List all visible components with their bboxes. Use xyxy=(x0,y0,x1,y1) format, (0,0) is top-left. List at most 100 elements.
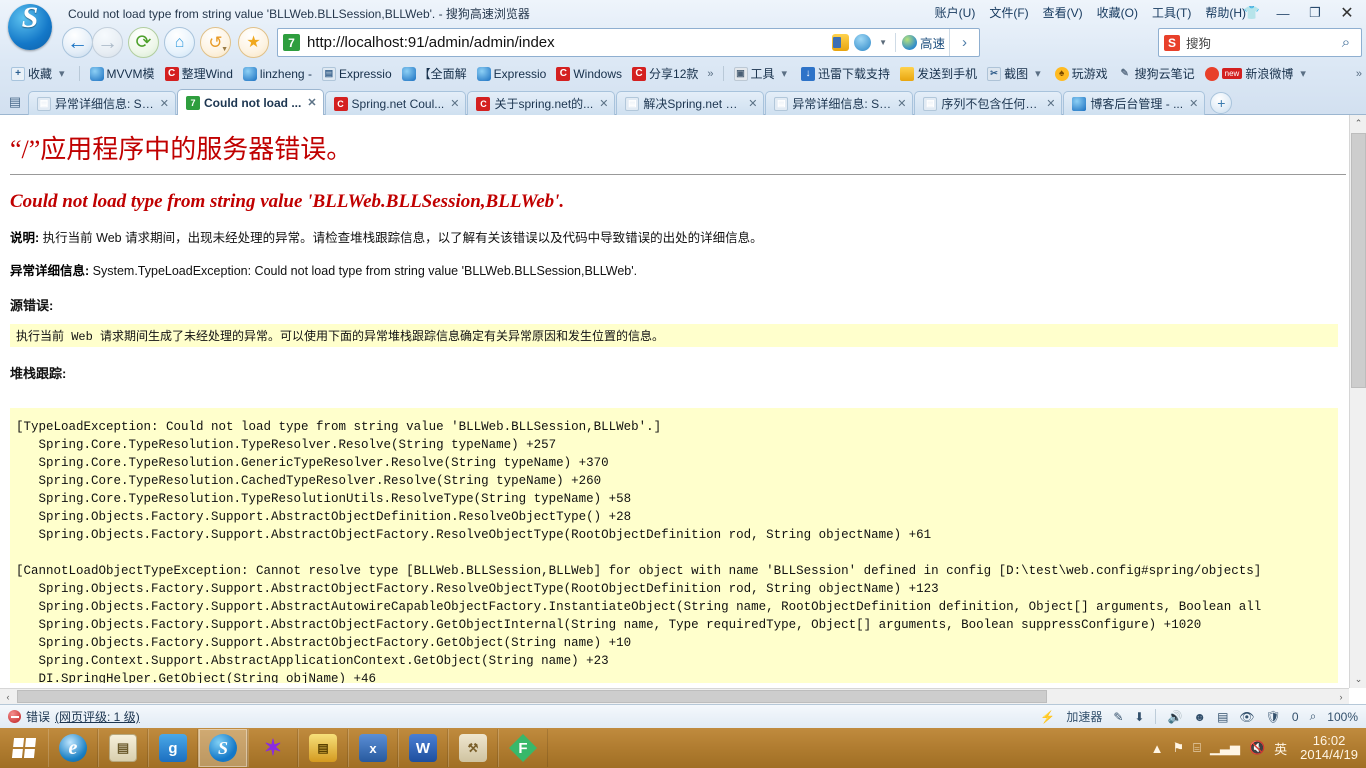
bookmark-item[interactable]: + 收藏 ▾ xyxy=(6,63,74,84)
bookmark-item[interactable]: ♠ 玩游戏 xyxy=(1050,63,1113,84)
chevron-down-icon[interactable]: ▾ xyxy=(55,67,69,80)
bookmark-item[interactable]: new 新浪微博 ▾ xyxy=(1200,63,1315,84)
taskbar-item-file-manager[interactable]: ▤ xyxy=(98,729,148,767)
menu-file[interactable]: 文件(F) xyxy=(989,4,1028,21)
tab-close-icon[interactable]: ✕ xyxy=(450,97,459,110)
zoom-icon[interactable]: ⌕ xyxy=(1310,709,1317,724)
taskbar-item-dev-tool[interactable]: ⚒ xyxy=(448,729,498,767)
shield-icon[interactable] xyxy=(854,34,872,51)
accelerator-label[interactable]: 加速器 xyxy=(1066,708,1102,725)
taskbar-item-zip-archiver[interactable]: ▤ xyxy=(298,729,348,767)
menu-favorites[interactable]: 收藏(O) xyxy=(1097,4,1138,21)
download-icon[interactable]: ⬇ xyxy=(1134,710,1144,724)
bookmark-item[interactable]: ✂ 截图 ▾ xyxy=(982,63,1050,84)
tab-item[interactable]: C Spring.net Coul... ✕ xyxy=(324,91,467,115)
tab-close-icon[interactable]: ✕ xyxy=(160,97,169,110)
zoom-level[interactable]: 100% xyxy=(1327,710,1358,724)
maximize-button[interactable]: ❐ xyxy=(1300,2,1330,24)
bookmarks-overflow-icon[interactable]: » xyxy=(703,68,717,80)
minimize-button[interactable]: — xyxy=(1268,2,1298,24)
close-button[interactable]: ✕ xyxy=(1332,2,1362,24)
menu-account[interactable]: 账户(U) xyxy=(935,4,976,21)
taskbar-item-visual-studio[interactable]: ✶ xyxy=(248,729,298,767)
chevron-down-icon[interactable]: ▾ xyxy=(778,67,792,80)
eye-icon[interactable]: 👁 xyxy=(1239,710,1254,724)
menu-help[interactable]: 帮助(H) xyxy=(1205,4,1246,21)
back-icon[interactable]: ← xyxy=(62,27,93,58)
horizontal-scrollbar[interactable]: ‹ › xyxy=(0,688,1349,704)
go-button[interactable]: › xyxy=(949,29,979,56)
bookmark-item[interactable]: linzheng - xyxy=(238,65,317,83)
tab-item[interactable]: ▤ 序列不包含任何元... ✕ xyxy=(914,91,1063,115)
tab-close-icon[interactable]: ✕ xyxy=(748,97,757,110)
bookmark-item[interactable]: ✎ 搜狗云笔记 xyxy=(1113,63,1200,84)
bookmark-item[interactable]: MVVM模 xyxy=(85,63,160,84)
home-icon[interactable]: ⌂ xyxy=(164,27,195,58)
scroll-right-icon[interactable]: › xyxy=(1333,689,1349,704)
horizontal-scrollbar-thumb[interactable] xyxy=(17,690,1047,703)
send-to-phone-icon[interactable] xyxy=(832,34,850,51)
action-center-flag-icon[interactable]: ⚑ xyxy=(1172,740,1184,756)
address-bar[interactable]: 7 http://localhost:91/admin/admin/index … xyxy=(277,28,980,57)
tab-close-icon[interactable]: ✕ xyxy=(307,96,316,109)
taskbar-item-sogou-browser[interactable]: S xyxy=(198,729,248,767)
volume-icon[interactable]: 🔊 xyxy=(1167,710,1182,724)
shield-icon[interactable]: 🛡 xyxy=(1266,710,1281,724)
tab-item[interactable]: ▤ 异常详细信息: Sy... ✕ xyxy=(765,91,914,115)
tab-item[interactable]: C 关于spring.net的... ✕ xyxy=(467,91,616,115)
scroll-down-icon[interactable]: ⌄ xyxy=(1350,671,1366,688)
search-box[interactable]: S 搜狗 ⌕ xyxy=(1158,28,1362,57)
bookmark-item[interactable]: 发送到手机 xyxy=(895,63,982,84)
bookmark-item[interactable]: C Windows xyxy=(551,65,627,83)
network-signal-icon[interactable]: ▁▃▅ xyxy=(1210,740,1240,756)
tab-close-icon[interactable]: ✕ xyxy=(1046,97,1055,110)
new-tab-button[interactable]: + xyxy=(1210,92,1233,114)
taskbar-item-word[interactable]: W xyxy=(398,729,448,767)
bookmark-item[interactable]: ↓ 迅雷下载支持 xyxy=(796,63,895,84)
vertical-scrollbar[interactable]: ⌃ ⌄ xyxy=(1349,115,1366,688)
scroll-left-icon[interactable]: ‹ xyxy=(0,689,16,704)
taskbar-item-foxmail[interactable]: F xyxy=(498,729,548,767)
clock[interactable]: 16:02 2014/4/19 xyxy=(1296,734,1358,762)
bookmark-item[interactable]: ▤ Expressio xyxy=(317,65,397,83)
volume-muted-icon[interactable]: 🔇 xyxy=(1249,740,1265,756)
scroll-up-icon[interactable]: ⌃ xyxy=(1350,115,1366,132)
tab-close-icon[interactable]: ✕ xyxy=(599,97,608,110)
bookmarks-overflow-icon-right[interactable]: » xyxy=(1352,68,1366,80)
tab-close-icon[interactable]: ✕ xyxy=(1189,97,1198,110)
bookmark-item[interactable]: C 整理Wind xyxy=(160,63,238,84)
skin-tshirt-icon[interactable]: 👕 xyxy=(1244,5,1260,21)
speed-mode-button[interactable]: 高速 xyxy=(894,33,945,52)
tab-close-icon[interactable]: ✕ xyxy=(897,97,906,110)
menu-tools[interactable]: 工具(T) xyxy=(1152,4,1191,21)
vertical-scrollbar-thumb[interactable] xyxy=(1351,133,1366,388)
layout-icon[interactable]: ▤ xyxy=(1217,710,1228,724)
tab-item[interactable]: ▤ 异常详细信息: Sy... ✕ xyxy=(28,91,176,115)
tray-expand-icon[interactable]: ▲ xyxy=(1151,741,1164,756)
favorite-star-icon[interactable]: ★ xyxy=(238,27,269,58)
reload-icon[interactable]: ⟳ xyxy=(128,27,159,58)
bookmark-item[interactable]: Expressio xyxy=(472,65,552,83)
search-input[interactable]: 搜狗 xyxy=(1186,33,1331,52)
accelerator-icon[interactable]: ⚡ xyxy=(1040,710,1055,724)
chevron-down-icon[interactable]: ▼ xyxy=(876,38,890,47)
start-button[interactable] xyxy=(0,728,48,768)
chevron-down-icon[interactable]: ▾ xyxy=(1296,67,1310,80)
ime-language-icon[interactable]: 英 xyxy=(1274,739,1287,758)
menu-view[interactable]: 查看(V) xyxy=(1043,4,1083,21)
taskbar-item-qq-messenger[interactable]: g xyxy=(148,729,198,767)
bookmark-item[interactable]: ▣ 工具 ▾ xyxy=(729,63,797,84)
search-icon[interactable]: ⌕ xyxy=(1331,34,1361,51)
page-rating-link[interactable]: (网页评级: 1 级) xyxy=(55,708,140,725)
bookmark-item[interactable]: 【全面解 xyxy=(397,63,472,84)
taskbar-item-internet-explorer[interactable]: e xyxy=(48,729,98,767)
tab-item[interactable]: ▤ 解决Spring.net C... ✕ xyxy=(616,91,765,115)
taskbar-item-excel-xf-tool[interactable]: x xyxy=(348,729,398,767)
bookmark-item[interactable]: C 分享12款 xyxy=(627,63,703,84)
privacy-icon[interactable]: ☻ xyxy=(1193,710,1206,724)
usb-device-icon[interactable]: ⌸ xyxy=(1193,740,1201,756)
tab-item[interactable]: 7 Could not load ... ✕ xyxy=(177,89,324,115)
undo-icon[interactable]: ↺ ▼ xyxy=(200,27,231,58)
tab-item[interactable]: 博客后台管理 - ... ✕ xyxy=(1063,91,1206,115)
address-input[interactable]: http://localhost:91/admin/admin/index xyxy=(307,34,832,51)
